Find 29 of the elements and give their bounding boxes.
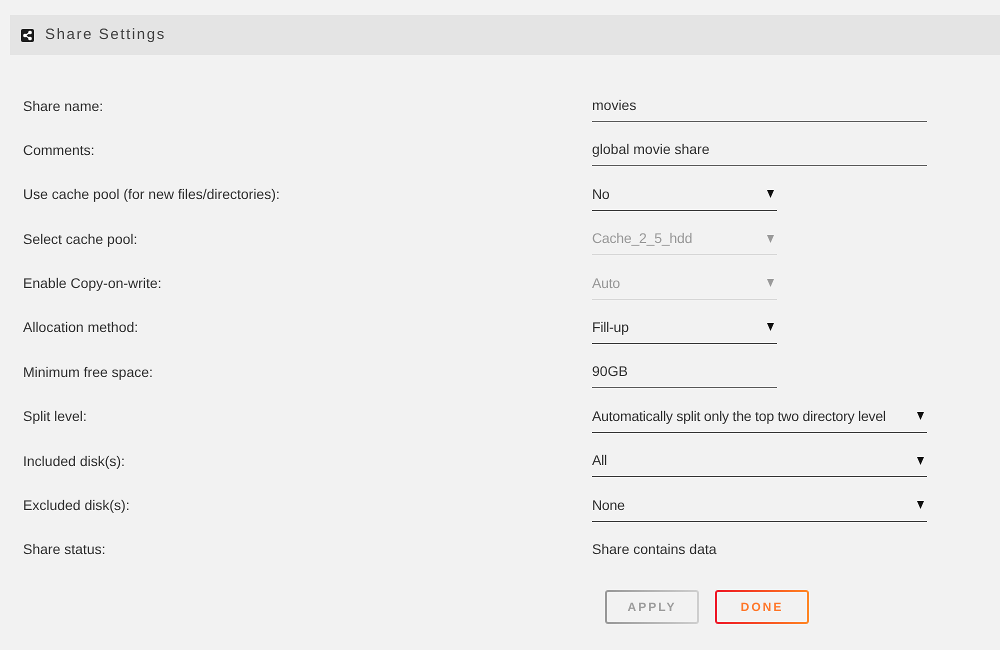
- caret-icon: [767, 279, 774, 288]
- status-text: Share contains data: [592, 540, 717, 560]
- field-label: Share status:: [23, 540, 106, 560]
- caret-icon: [917, 501, 924, 510]
- caret-icon: [767, 234, 774, 243]
- text-field[interactable]: movies: [592, 90, 927, 122]
- page-title: Share Settings: [45, 24, 166, 45]
- field-label: Included disk(s):: [23, 452, 125, 471]
- dropdown[interactable]: Fill-up: [592, 312, 777, 344]
- dropdown[interactable]: None: [592, 490, 927, 522]
- field-label: Use cache pool (for new files/directories):: [23, 185, 280, 204]
- field-label: Minimum free space:: [23, 362, 153, 382]
- text-field[interactable]: 90GB: [592, 356, 777, 388]
- field-label: Comments:: [23, 140, 95, 160]
- caret-icon: [917, 412, 924, 420]
- share-icon: [21, 28, 34, 42]
- field-label: Select cache pool:: [23, 230, 138, 249]
- caret-icon: [767, 323, 774, 332]
- dropdown[interactable]: Automatically split only the top two directory level: [592, 400, 927, 433]
- field-label: Allocation method:: [23, 318, 138, 338]
- field-label: Split level:: [23, 407, 87, 426]
- dropdown[interactable]: No: [592, 178, 777, 211]
- field-label: Enable Copy-on-write:: [23, 274, 162, 294]
- field-label: Share name:: [23, 96, 104, 116]
- caret-icon: [917, 456, 924, 465]
- caret-icon: [767, 190, 774, 198]
- dropdown[interactable]: All: [592, 445, 927, 478]
- text-field[interactable]: global movie share: [592, 134, 927, 166]
- field-label: Excluded disk(s):: [23, 496, 130, 516]
